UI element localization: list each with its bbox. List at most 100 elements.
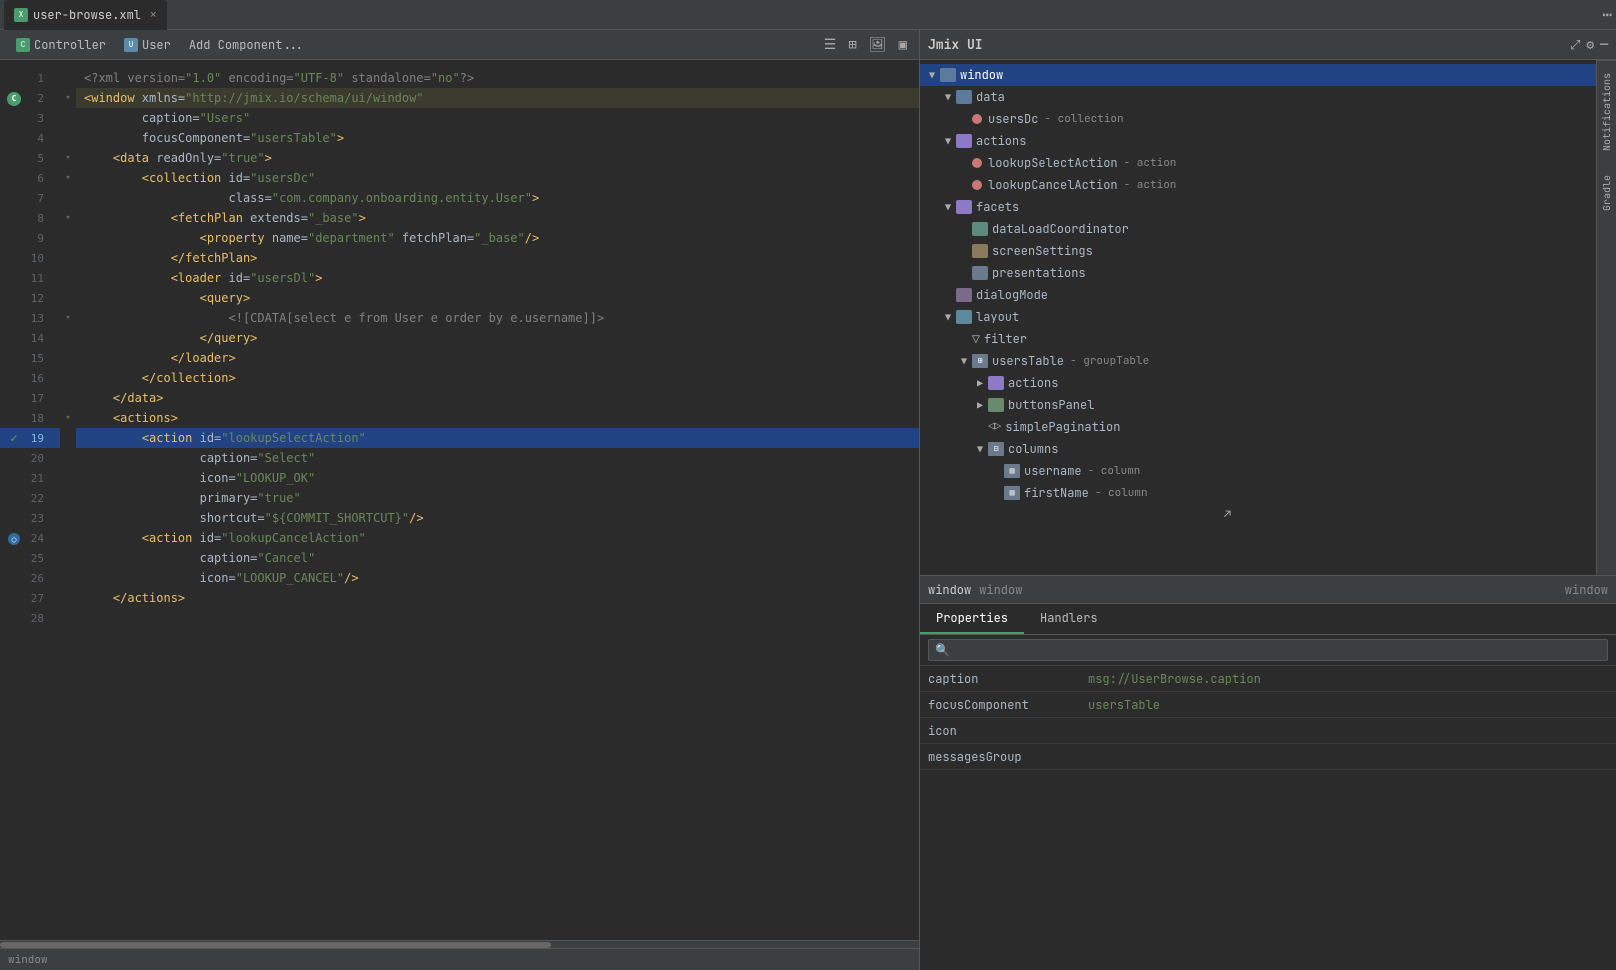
grid-view-icon[interactable]: ⊞	[844, 34, 860, 56]
toolbar-tab-controller[interactable]: C Controller	[8, 33, 114, 57]
fold-2[interactable]: ▾	[60, 88, 76, 108]
dialog-icon	[956, 288, 972, 302]
code-line-18: <actions>	[76, 408, 919, 428]
tree-label-facets: facets	[976, 199, 1019, 215]
facets-icon	[956, 200, 972, 214]
column-icon-1: ▥	[1004, 464, 1020, 478]
arrow-window: ▼	[924, 69, 940, 82]
tab-properties[interactable]: Properties	[920, 604, 1024, 634]
code-line-3: caption="Users"	[76, 108, 919, 128]
props-header: window window window	[920, 576, 1616, 604]
prop-row-focuscomponent: focusComponent usersTable	[920, 692, 1616, 718]
tree-item-filter[interactable]: ▽ filter	[920, 328, 1596, 350]
image-icon[interactable]: 🖼	[865, 34, 891, 56]
tree-item-username-col[interactable]: ▥ username - column	[920, 460, 1596, 482]
window-icon	[940, 68, 956, 82]
tree-label-pres: presentations	[992, 265, 1086, 281]
code-line-23: shortcut="${COMMIT_SHORTCUT}"/>	[76, 508, 919, 528]
tree-item-userstable[interactable]: ▼ ⊞ usersTable - groupTable	[920, 350, 1596, 372]
prop-key-icon: icon	[928, 723, 1088, 739]
top-tab-bar: X user-browse.xml ✕ ⋯	[0, 0, 1616, 30]
gutter-c-icon: C	[7, 92, 21, 106]
code-line-15: </loader>	[76, 348, 919, 368]
expand-icon[interactable]: ⤢	[1570, 36, 1580, 53]
tree-item-dlc[interactable]: dataLoadCoordinator	[920, 218, 1596, 240]
tree-item-data[interactable]: ▼ data	[920, 86, 1596, 108]
gradle-vtab[interactable]: Gradle	[1597, 163, 1616, 223]
tree-item-screensettings[interactable]: screenSettings	[920, 240, 1596, 262]
settings-icon[interactable]: ⚙	[1586, 36, 1594, 53]
data-icon	[956, 90, 972, 104]
tree-item-facets[interactable]: ▼ facets	[920, 196, 1596, 218]
arrow-a2: ▶	[972, 377, 988, 390]
fold-6[interactable]: ▾	[60, 168, 76, 188]
notifications-vtab[interactable]: Notifications	[1597, 60, 1616, 163]
code-line-4: focusComponent="usersTable">	[76, 128, 919, 148]
jmix-title: Jmix UI	[928, 36, 983, 53]
tree-item-firstname-col[interactable]: ▥ firstName - column	[920, 482, 1596, 504]
code-line-8: <fetchPlan extends="_base">	[76, 208, 919, 228]
tree-item-layout[interactable]: ▼ layout	[920, 306, 1596, 328]
tab-handlers[interactable]: Handlers	[1024, 604, 1114, 634]
props-search: 🔍	[920, 635, 1616, 666]
tree-label-dm: dialogMode	[976, 287, 1048, 303]
search-icon: 🔍	[935, 642, 950, 658]
tree-item-window[interactable]: ▼ window	[920, 64, 1596, 86]
action-icon-1	[972, 158, 982, 168]
tree-label-dlc: dataLoadCoordinator	[992, 221, 1129, 237]
code-line-10: </fetchPlan>	[76, 248, 919, 268]
prop-element-name: window	[928, 582, 971, 598]
tree-item-dialogmode[interactable]: dialogMode	[920, 284, 1596, 306]
code-line-24: <action id="lookupCancelAction"	[76, 528, 919, 548]
columns-icon: ⊟	[988, 442, 1004, 456]
preview-icon[interactable]: ▣	[895, 34, 911, 56]
h-scrollbar[interactable]	[0, 940, 919, 948]
tree-sub-usersdc: - collection	[1044, 112, 1123, 126]
tree-item-presentations[interactable]: presentations	[920, 262, 1596, 284]
minimize-icon[interactable]: ─	[1600, 36, 1608, 53]
tree-item-buttonspanel[interactable]: ▶ buttonsPanel	[920, 394, 1596, 416]
fold-8[interactable]: ▾	[60, 208, 76, 228]
tree-sub-lsa: - action	[1124, 156, 1177, 170]
tab-close-icon[interactable]: ✕	[150, 8, 157, 22]
controller-icon: C	[16, 38, 30, 52]
tree-item-actions[interactable]: ▼ actions	[920, 130, 1596, 152]
layout-icon	[956, 310, 972, 324]
tree-item-usersdc[interactable]: usersDc - collection	[920, 108, 1596, 130]
fold-12[interactable]: ▾	[60, 308, 76, 328]
code-line-17: </data>	[76, 388, 919, 408]
code-line-25: caption="Cancel"	[76, 548, 919, 568]
tree-label-lca: lookupCancelAction	[988, 177, 1118, 193]
tree-label-actions: actions	[976, 133, 1026, 149]
props-search-input[interactable]	[954, 643, 1601, 657]
collection-icon	[972, 114, 982, 124]
arrow-bp: ▶	[972, 399, 988, 412]
app-container: X user-browse.xml ✕ ⋯ C Controller U Use…	[0, 0, 1616, 970]
code-editor[interactable]: 1 C 2 3 4 5 6 7 8 9 10 11	[0, 60, 919, 940]
tree-label-filter: filter	[984, 331, 1027, 347]
code-lines[interactable]: <?xml version="1.0" encoding="UTF-8" sta…	[76, 60, 919, 940]
tree-item-lookupselectaction[interactable]: lookupSelectAction - action	[920, 152, 1596, 174]
tree-item-lookupcancelaction[interactable]: lookupCancelAction - action	[920, 174, 1596, 196]
arrow-data: ▼	[940, 91, 956, 104]
fold-19[interactable]: ▾	[60, 408, 76, 428]
status-bar: window	[0, 948, 919, 970]
code-line-19: <action id="lookupSelectAction"	[76, 428, 919, 448]
more-options-icon[interactable]: ⋯	[1602, 4, 1612, 25]
file-tab[interactable]: X user-browse.xml ✕	[4, 0, 167, 30]
actions-icon	[956, 134, 972, 148]
toolbar-tab-add[interactable]: Add Component...	[181, 33, 312, 57]
tree-item-columns[interactable]: ▼ ⊟ columns	[920, 438, 1596, 460]
list-view-icon[interactable]: ☰	[820, 34, 841, 56]
toolbar-tab-user[interactable]: U User	[116, 33, 179, 57]
fold-5[interactable]: ▾	[60, 148, 76, 168]
column-icon-2: ▥	[1004, 486, 1020, 500]
tree-item-actions2[interactable]: ▶ actions	[920, 372, 1596, 394]
tree-item-simplepagination[interactable]: ◁▷ simplePagination	[920, 416, 1596, 438]
fold-column: ▾ ▾ ▾ ▾ ▾ ▾	[60, 60, 76, 940]
tree-label-layout: layout	[976, 309, 1019, 325]
jmix-header: Jmix UI ⤢ ⚙ ─	[920, 30, 1616, 60]
tree-label-bp: buttonsPanel	[1008, 397, 1094, 413]
tree-label-firstname-col: firstName	[1024, 485, 1089, 501]
code-line-9: <property name="department" fetchPlan="_…	[76, 228, 919, 248]
